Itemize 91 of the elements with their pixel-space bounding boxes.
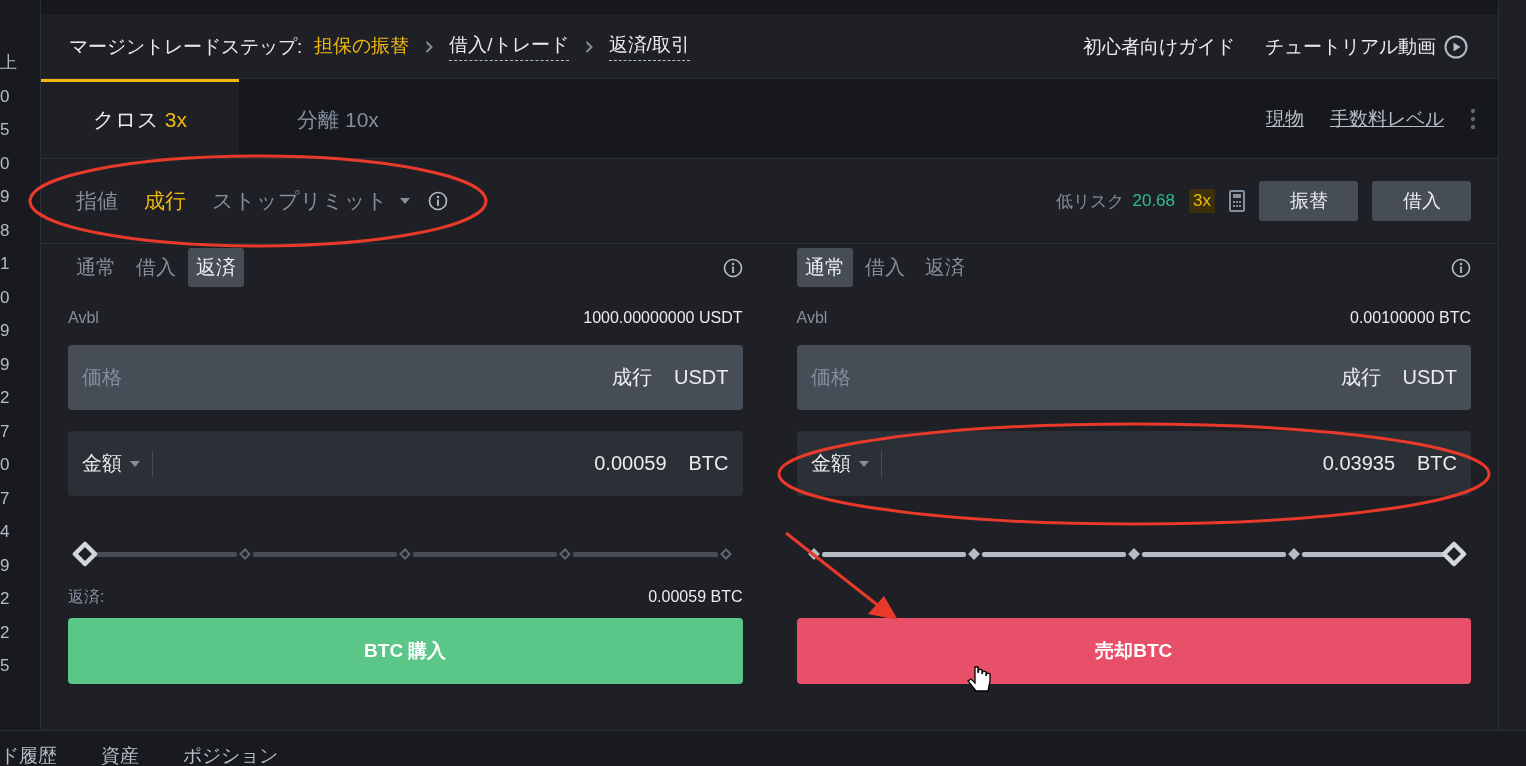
order-book-price: 5 [0,119,11,141]
chevron-right-icon [584,40,593,53]
bottom-tab[interactable]: ポジション [183,745,278,766]
slider-step-icon[interactable] [1287,548,1300,560]
mode-tab[interactable]: 返済 [188,248,244,287]
slider-step-icon[interactable] [719,548,732,560]
hand-cursor-icon [967,666,991,692]
slider-step-icon[interactable] [399,548,412,560]
order-book-price: 5 [0,655,11,677]
action-button[interactable]: 借入 [1372,181,1471,221]
avbl-label: Avbl [68,309,99,327]
order-book-price: 8 [0,219,11,242]
price-field[interactable]: 価格 成行 USDT [68,345,743,410]
amount-input[interactable]: 0.00059 [175,452,667,475]
price-field[interactable]: 価格 成行 USDT [796,345,1471,410]
order-book-price: 上 [0,52,18,74]
avbl-value: 0.00100000 BTC [1350,309,1471,327]
unit-label: USDT [1402,366,1457,389]
amount-label[interactable]: 金額 [810,450,851,477]
repay-label: 返済: [68,586,105,607]
order-book-price: 4 [0,521,11,543]
guide-link[interactable]: 初心者向けガイド [1083,33,1235,60]
order-book-price: 2 [0,621,11,644]
more-icon[interactable] [1470,107,1476,130]
caret-icon [858,460,869,467]
price-input[interactable]: 価格 [810,366,1319,389]
leverage-badge: 3x [1189,189,1215,213]
mode-tab[interactable]: 通常 [796,248,853,287]
text-link[interactable]: 手数料レベル [1330,105,1444,132]
caret-icon [130,460,140,467]
amount-field[interactable]: 金額 0.00059 BTC [68,431,743,496]
unit-label: USDT [674,366,729,389]
slider-step-icon[interactable] [967,548,980,560]
order-book-price: 0 [0,454,11,476]
order-book-price: 9 [0,554,11,577]
unit-label: BTC [1417,452,1457,475]
price-input[interactable]: 価格 [82,366,591,389]
amount-field[interactable]: 金額 0.03935 BTC [796,431,1471,496]
avbl-label: Avbl [796,309,828,327]
order-type-tab[interactable]: 成行 [136,183,194,219]
bottom-tab[interactable]: ド履歴 [0,745,57,766]
mode-tab[interactable]: 通常 [68,248,124,287]
order-book-price: 2 [0,588,11,610]
risk-value: 20.68 [1132,191,1176,211]
chevron-right-icon [425,40,434,53]
action-button[interactable]: 振替 [1259,181,1358,221]
unit-label: BTC [688,452,729,475]
slider-thumb[interactable] [1441,541,1467,567]
mode-tab[interactable]: 返済 [916,248,973,287]
order-book-price: 9 [0,186,11,208]
steps-label: マージントレードステップ: [69,34,303,59]
order-type-label: 成行 [1340,365,1381,390]
step-link[interactable]: 借入/トレード [449,32,569,61]
order-book-price: 0 [0,152,11,175]
sell-button[interactable]: 売却BTC [796,618,1471,684]
repay-value: 0.00059 BTC [648,588,743,606]
risk-label: 低リスク [1056,190,1125,213]
margin-tab[interactable]: 分離 10x [239,79,437,158]
slider-step-icon[interactable] [807,548,820,560]
slider-thumb[interactable] [72,541,98,567]
order-book-price: 0 [0,85,11,108]
avbl-value: 1000.00000000 USDT [583,309,743,327]
text-link[interactable]: 現物 [1266,105,1304,132]
calculator-icon[interactable] [1229,190,1245,212]
info-icon[interactable] [428,191,448,211]
order-book-price: 7 [0,420,11,443]
order-type-tab[interactable]: ストップリミット [204,183,418,219]
info-icon[interactable] [722,257,743,278]
play-icon[interactable] [1444,34,1468,59]
slider-step-icon[interactable] [239,548,252,560]
amount-input[interactable]: 0.03935 [903,452,1395,475]
tutorial-link[interactable]: チュートリアル動画 [1265,33,1436,60]
margin-tab[interactable]: クロス 3x [41,79,239,158]
slider-step-icon[interactable] [1127,548,1140,560]
order-type-label: 成行 [612,365,653,390]
mode-tab[interactable]: 借入 [128,248,184,287]
step-link[interactable]: 担保の振替 [314,32,410,61]
slider-step-icon[interactable] [559,548,572,560]
order-book-price: 0 [0,286,11,309]
order-book-price: 9 [0,320,11,342]
step-link[interactable]: 返済/取引 [608,32,690,61]
mode-tab[interactable]: 借入 [856,248,913,287]
amount-label[interactable]: 金額 [82,450,122,477]
caret-icon [400,198,410,204]
order-book-price: 7 [0,487,11,510]
info-icon[interactable] [1451,257,1471,278]
order-book-price: 1 [0,253,11,275]
bottom-tab[interactable]: 資産 [101,745,139,766]
order-book-price: 2 [0,387,11,409]
order-type-tab[interactable]: 指値 [68,183,126,219]
order-book-price: 9 [0,353,11,376]
